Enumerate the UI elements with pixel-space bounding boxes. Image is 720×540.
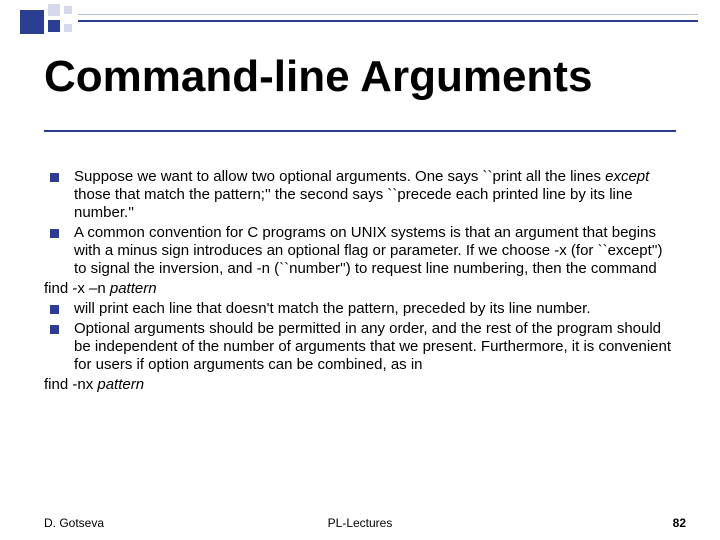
- square-icon: [48, 4, 60, 16]
- square-icon: [48, 20, 60, 32]
- title-underline: [44, 130, 676, 132]
- bullet-item: Optional arguments should be permitted i…: [44, 320, 676, 374]
- code-line: find -x –n pattern: [44, 280, 676, 298]
- bullet-item: will print each line that doesn't match …: [44, 300, 676, 318]
- slide-body: Suppose we want to allow two optional ar…: [44, 168, 676, 396]
- square-icon: [20, 10, 44, 34]
- rule-thin: [78, 14, 698, 15]
- rule-thick: [78, 20, 698, 22]
- bullet-item: A common convention for C programs on UN…: [44, 224, 676, 278]
- slide: Command-line Arguments Suppose we want t…: [0, 0, 720, 540]
- footer-center: PL-Lectures: [0, 516, 720, 530]
- slide-title: Command-line Arguments: [44, 52, 592, 102]
- bullet-item: Suppose we want to allow two optional ar…: [44, 168, 676, 222]
- header-decoration: [0, 0, 720, 42]
- code-line: find -nx pattern: [44, 376, 676, 394]
- footer-page: 82: [673, 516, 686, 530]
- square-icon: [64, 6, 72, 14]
- square-icon: [64, 24, 72, 32]
